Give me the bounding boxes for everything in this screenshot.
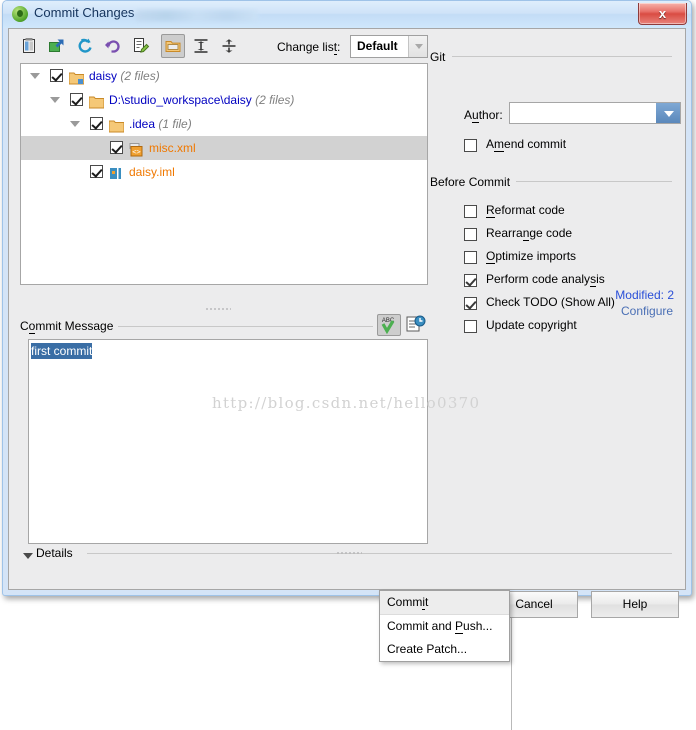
changes-toolbar: Change list: Default [9,29,429,63]
checkbox-box [464,297,477,310]
group-separator-line [509,181,672,182]
group-by-directory-icon[interactable] [161,34,185,58]
menu-item-commit[interactable]: Commit [380,591,509,615]
chevron-down-icon [408,36,427,57]
checkbox-box [464,251,477,264]
tree-label: misc.xml [149,141,196,155]
checkbox-label: Reformat code [486,203,565,218]
folder-icon [88,93,105,109]
before-commit-group-label: Before Commit [430,175,517,189]
spellcheck-abc-icon[interactable]: ABC [377,314,401,336]
dialog-title: Commit Changes [34,5,135,20]
table-row[interactable]: daisy.iml [21,160,427,184]
menu-item-create-patch[interactable]: Create Patch... [380,638,509,661]
checkbox-box [464,228,477,241]
changelist-selected-value: Default [357,39,398,53]
checkbox-box [464,320,477,333]
tree-label: daisy (2 files) [89,69,160,83]
details-label: Details [36,546,73,560]
checkbox-box [464,139,477,152]
changelist-label: Change list: [277,40,341,55]
show-diff-icon[interactable] [17,34,41,58]
checkbox-label: Rearrange code [486,226,573,241]
author-field[interactable] [509,102,681,124]
group-separator-line [87,553,672,554]
folder-icon [108,117,125,133]
checkbox-label: Update copyright [486,318,577,332]
revert-icon[interactable] [101,34,125,58]
svg-text:<>: <> [132,148,140,156]
message-history-icon[interactable] [406,315,426,335]
close-button[interactable]: x [638,3,687,25]
checkbox-box [464,274,477,287]
checkbox-box [464,205,477,218]
splitter-grip[interactable] [205,306,231,311]
triangle-down-icon[interactable] [30,73,40,79]
table-row[interactable]: .idea (1 file) [21,112,427,136]
dialog-titlebar[interactable]: Commit Changes x [3,1,691,28]
row-checkbox[interactable] [90,165,103,178]
commit-message-value: first commit [31,343,93,359]
table-row[interactable]: D:\studio_workspace\daisy (2 files) [21,88,427,112]
checkbox-label: Optimize imports [486,249,577,264]
row-checkbox[interactable] [110,141,123,154]
edit-source-icon[interactable] [129,34,153,58]
checkbox-label: Check TODO (Show All) [486,295,615,309]
changelist-combobox[interactable]: Default [350,35,428,58]
tree-label: .idea (1 file) [129,117,192,131]
group-separator-line [452,56,672,57]
commit-message-input[interactable]: first commit [28,339,428,544]
watermark-text: http://blog.csdn.net/hello0370 [212,394,481,412]
commit-dropdown-menu: Commit Commit and Push... Create Patch..… [379,590,510,662]
row-checkbox[interactable] [90,117,103,130]
configure-link[interactable]: Configure [621,304,673,318]
dialog-body: Change list: Default daisy (2 files) D:\… [8,28,686,618]
triangle-down-icon[interactable] [50,97,60,103]
collapse-all-icon[interactable] [217,34,241,58]
checkbox-label: Perform code analysis [486,272,605,287]
xml-file-icon: <> [129,141,144,157]
row-checkbox[interactable] [50,69,63,82]
commit-message-label: Commit Message [20,319,119,334]
triangle-down-icon[interactable] [70,121,80,127]
triangle-down-icon [23,553,33,559]
chevron-down-icon[interactable] [656,103,680,123]
author-label: Author: [464,108,503,123]
git-group-label: Git [430,50,452,64]
iml-file-icon [109,165,124,179]
commit-changes-dialog: Commit Changes x Change list: Default da… [2,0,692,618]
title-redacted-text [136,10,258,21]
changed-files-tree[interactable]: daisy (2 files) D:\studio_workspace\dais… [20,63,428,285]
checkbox-label: Amend commit [486,137,567,152]
tree-label: daisy.iml [129,165,175,179]
tree-label: D:\studio_workspace\daisy (2 files) [109,93,295,107]
module-folder-icon [68,69,85,85]
row-checkbox[interactable] [70,93,83,106]
table-row[interactable]: daisy (2 files) [21,64,427,88]
menu-item-commit-and-push[interactable]: Commit and Push... [380,615,509,638]
table-row[interactable]: <> misc.xml [21,136,427,160]
expand-all-icon[interactable] [189,34,213,58]
modified-count-label: Modified: 2 [615,288,674,302]
splitter-grip[interactable] [336,550,362,555]
refresh-icon[interactable] [73,34,97,58]
intellij-idea-icon [12,6,28,22]
help-button[interactable]: Help [591,591,679,618]
close-icon: x [658,6,667,21]
move-to-changelist-icon[interactable] [45,34,69,58]
